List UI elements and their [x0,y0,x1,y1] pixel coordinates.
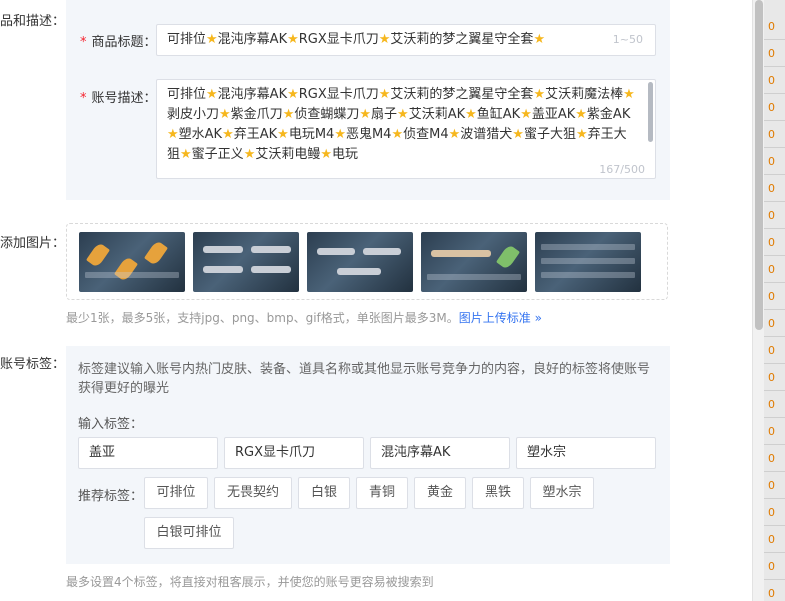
star-icon: ★ [575,107,587,122]
edge-cell: 0 [764,149,785,175]
description-value: 可排位★混沌序幕AK★RGX显卡爪刀★艾沃莉的梦之翼星守全套★艾沃莉魔法棒★剥皮… [167,87,635,162]
star-icon: ★ [448,127,461,142]
edge-cell: 0 [764,230,785,256]
image-thumbnail-2[interactable] [193,232,299,292]
star-icon: ★ [359,107,372,122]
edge-cell: 0 [764,311,785,337]
star-icon: ★ [465,107,477,122]
star-icon: ★ [533,87,546,102]
edge-cell: 0 [764,14,785,40]
edge-cell: 0 [764,68,785,94]
tag-input-4[interactable]: 塑水宗 [516,437,656,469]
edge-cell: 0 [764,500,785,526]
star-icon: ★ [378,32,391,47]
edge-cell: 0 [764,365,785,391]
star-icon: ★ [287,32,299,47]
tag-input-label: 输入标签： [78,417,144,432]
recommended-tag[interactable]: 无畏契约 [214,477,292,509]
section-label-tags: 账号标签： [0,357,66,372]
image-upload-area[interactable] [66,223,668,300]
description-textarea[interactable]: 可排位★混沌序幕AK★RGX显卡爪刀★艾沃莉的梦之翼星守全套★艾沃莉魔法棒★剥皮… [156,79,656,179]
star-icon: ★ [277,127,289,142]
edge-cell: 0 [764,473,785,499]
tag-input-1[interactable]: 盖亚 [78,437,218,469]
star-icon: ★ [222,127,234,142]
star-icon: ★ [219,107,231,122]
required-mark: * [80,91,87,106]
star-icon: ★ [520,107,532,122]
edge-cell: 0 [764,257,785,283]
desc-label: * 账号描述： [80,91,157,106]
edge-cell: 0 [764,527,785,553]
textarea-scrollbar[interactable] [648,82,653,142]
edge-cell: 0 [764,392,785,418]
edge-cell: 0 [764,419,785,445]
edge-cell: 0 [764,122,785,148]
title-char-counter: 1~50 [612,33,643,46]
recommended-tag[interactable]: 白银 [298,477,350,509]
required-mark: * [80,35,87,50]
image-thumbnail-3[interactable] [307,232,413,292]
recommended-tag[interactable]: 可排位 [144,477,208,509]
edge-cell: 0 [764,446,785,472]
edge-cell: 0 [764,41,785,67]
section-label-images: 添加图片： [0,236,66,251]
edge-cell: 0 [764,581,785,601]
title-label: * 商品标题： [80,35,157,50]
edge-cell: 0 [764,338,785,364]
recommended-tag[interactable]: 黑铁 [472,477,524,509]
star-icon: ★ [623,87,635,102]
star-icon: ★ [533,32,546,47]
edge-cell: 0 [764,554,785,580]
title-input[interactable]: 可排位★混沌序幕AK★RGX显卡爪刀★艾沃莉的梦之翼星守全套★ 1~50 [156,24,656,56]
star-icon: ★ [167,127,179,142]
edge-cell: 0 [764,95,785,121]
desc-char-counter: 167/500 [595,163,645,176]
tag-input-3[interactable]: 混沌序幕AK [370,437,510,469]
title-input-value: 可排位★混沌序幕AK★RGX显卡爪刀★艾沃莉的梦之翼星守全套★ [167,32,546,47]
star-icon: ★ [320,147,333,162]
star-icon: ★ [397,107,409,122]
edge-cell: 0 [764,176,785,202]
image-upload-hint: 最少1张，最多5张，支持jpg、png、bmp、gif格式，单张图片最多3M。图… [66,311,542,325]
star-icon: ★ [512,127,524,142]
recommend-label: 推荐标签： [78,489,144,504]
recommended-tag[interactable]: 青铜 [356,477,408,509]
star-icon: ★ [334,127,346,142]
star-icon: ★ [282,107,295,122]
upload-standard-link[interactable]: 图片上传标准 » [459,311,542,325]
image-thumbnail-5[interactable] [535,232,641,292]
star-icon: ★ [206,87,218,102]
star-icon: ★ [575,127,588,142]
star-icon: ★ [206,32,218,47]
image-thumbnail-4[interactable] [421,232,527,292]
recommended-tag[interactable]: 白银可排位 [144,517,234,549]
tags-footer-hint: 最多设置4个标签，将直接对租客展示，并使您的账号更容易被搜索到 [66,575,434,589]
star-icon: ★ [287,87,299,102]
recommended-tag[interactable]: 塑水宗 [530,477,594,509]
publish-form-page: 品和描述： 添加图片： 账号标签： * 商品标题： 可排位★混沌序幕AK★RGX显… [0,0,785,601]
star-icon: ★ [391,127,404,142]
recommended-tag[interactable]: 黄金 [414,477,466,509]
star-icon: ★ [378,87,391,102]
image-thumbnail-1[interactable] [79,232,185,292]
page-scrollbar-thumb[interactable] [755,0,763,330]
star-icon: ★ [243,147,256,162]
edge-cell: 0 [764,203,785,229]
edge-cell: 0 [764,284,785,310]
tags-tip: 标签建议输入账号内热门皮肤、装备、道具名称或其他显示账号竞争力的内容，良好的标签… [78,362,651,396]
star-icon: ★ [180,147,192,162]
section-label-title-desc: 品和描述： [0,14,66,29]
tag-input-2[interactable]: RGX显卡爪刀 [224,437,364,469]
